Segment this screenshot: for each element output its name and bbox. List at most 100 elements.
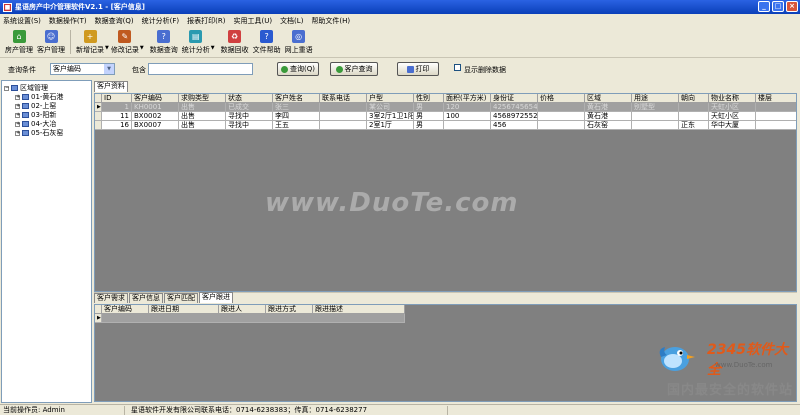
data-query-button[interactable]: ? 数据查询 — [148, 26, 180, 57]
col-header[interactable]: 面积(平方米) — [444, 94, 491, 103]
col-header[interactable]: 身份证 — [491, 94, 538, 103]
file-help-button[interactable]: ? 文件帮助 — [251, 26, 283, 57]
recycle-button[interactable]: ♻ 数据回收 — [219, 26, 251, 57]
col-header[interactable]: 性别 — [414, 94, 444, 103]
status-company: 星语软件开发有限公司联系电话：0714-6238383；传真：0714-6238… — [128, 406, 448, 415]
col-header[interactable]: 跟进方式 — [266, 305, 313, 314]
customer-manage-button[interactable]: ☺ 客户管理 — [35, 26, 67, 57]
edit-record-button[interactable]: ✎ 修改记录 — [109, 26, 141, 57]
chevron-down-icon[interactable]: ▼ — [104, 64, 114, 74]
menu-report[interactable]: 报表打印(R) — [187, 16, 225, 26]
col-header[interactable]: 跟进描述 — [313, 305, 405, 314]
menu-data-ops[interactable]: 数据操作(T) — [49, 16, 87, 26]
tab-customer-info[interactable]: 客户资料 — [94, 81, 128, 92]
customer-query-button[interactable]: 客户查询 — [330, 62, 378, 76]
show-deleted-label: 显示删除数据 — [464, 66, 506, 74]
print-icon — [406, 65, 414, 73]
stats-button[interactable]: ▤ 统计分析 — [180, 26, 212, 57]
col-header[interactable]: 价格 — [538, 94, 585, 103]
folder-icon — [22, 103, 29, 109]
menu-stats[interactable]: 统计分析(F) — [142, 16, 180, 26]
table-row[interactable]: ▶ 1 KH0001 出售 已成交 张三 某公司 男 120 425674565… — [95, 103, 796, 112]
col-header[interactable]: 跟进人 — [219, 305, 266, 314]
region-tree: − 区域管理 +01-黄石港 +02-上窑 +03-阳新 +04-大冶 +05-石… — [1, 80, 92, 403]
condition-select[interactable]: 客户编码 ▼ — [50, 63, 115, 75]
grid-header: 客户编码 跟进日期 跟进人 跟进方式 跟进描述 — [95, 305, 405, 314]
recycle-icon: ♻ — [228, 30, 242, 43]
col-header[interactable]: 户型 — [367, 94, 414, 103]
window-title: 星语房产中介管理软件V2.1 - [客户信息] — [15, 3, 145, 11]
menu-docs[interactable]: 文档(L) — [280, 16, 303, 26]
grid-header: ID 客户编码 求购类型 状态 客户姓名 联系电话 户型 性别 面积(平方米) … — [95, 94, 796, 103]
col-header[interactable]: 区域 — [585, 94, 632, 103]
query-button[interactable]: 查询(Q) — [277, 62, 319, 76]
col-header[interactable]: ID — [102, 94, 132, 103]
table-row[interactable]: 11 BX0002 出售 寻找中 李四 3室2厅1卫1阳台 男 100 4568… — [95, 112, 796, 121]
status-operator: 当前操作员: Admin — [0, 406, 125, 415]
status-bar: 当前操作员: Admin 星语软件开发有限公司联系电话：0714-6238383… — [0, 404, 800, 415]
stats-icon: ▤ — [189, 30, 203, 43]
row-indicator — [95, 121, 102, 130]
query-icon: ? — [157, 30, 171, 43]
col-header[interactable]: 跟进日期 — [149, 305, 219, 314]
web-icon: ◎ — [292, 30, 306, 43]
folder-icon — [22, 130, 29, 136]
menu-help[interactable]: 帮助文件(H) — [311, 16, 350, 26]
print-button[interactable]: 打印 — [397, 62, 439, 76]
contains-input[interactable] — [148, 63, 253, 75]
table-row[interactable]: ▶ — [95, 314, 405, 323]
duote-watermark: www.DuoTe.com — [265, 188, 519, 218]
folder-icon — [22, 94, 29, 100]
chevron-down-icon[interactable]: ▼ — [140, 45, 144, 51]
col-header[interactable]: 楼层 — [756, 94, 796, 103]
row-indicator-header — [95, 94, 102, 103]
query-icon — [281, 65, 288, 73]
col-header[interactable]: 状态 — [226, 94, 273, 103]
web-button[interactable]: ◎ 网上重语 — [283, 26, 315, 57]
condition-label: 查询条件 — [8, 66, 36, 74]
tab-customer-followup[interactable]: 客户跟进 — [199, 292, 233, 303]
users-icon: ☺ — [44, 30, 58, 43]
bird-logo-icon — [659, 347, 695, 371]
title-bar: ■ 星语房产中介管理软件V2.1 - [客户信息] _ □ × — [0, 0, 800, 14]
tab-customer-demand[interactable]: 客户需求 — [94, 293, 128, 303]
logo-2345: 2345软件大全 www.DuoTe.com 国内最安全的软件站 — [655, 337, 800, 404]
col-header[interactable]: 朝向 — [679, 94, 709, 103]
menu-system[interactable]: 系统设置(S) — [3, 16, 41, 26]
house-manage-button[interactable]: ⌂ 房产管理 — [3, 26, 35, 57]
logo-brand: 2345软件大全 — [707, 342, 788, 378]
col-header[interactable]: 求购类型 — [179, 94, 226, 103]
col-header[interactable]: 联系电话 — [320, 94, 367, 103]
row-indicator: ▶ — [95, 314, 102, 323]
table-row[interactable]: 16 BX0007 出售 寻找中 王五 2室1厅 男 456 石灰窑 正东 华中… — [95, 121, 796, 130]
row-indicator — [95, 112, 102, 121]
help-icon: ? — [260, 30, 274, 43]
contains-label: 包含 — [132, 66, 146, 74]
minimize-button[interactable]: _ — [758, 1, 770, 12]
col-header[interactable]: 客户编码 — [132, 94, 179, 103]
folder-icon — [11, 85, 18, 91]
tab-customer-detail[interactable]: 客户信息 — [129, 293, 163, 303]
tree-item[interactable]: +05-石灰窑 — [15, 128, 63, 138]
maximize-button[interactable]: □ — [772, 1, 784, 12]
col-header[interactable]: 客户编码 — [102, 305, 149, 314]
row-indicator-header — [95, 305, 102, 314]
edit-record-icon: ✎ — [118, 30, 132, 43]
folder-icon — [22, 121, 29, 127]
row-indicator: ▶ — [95, 103, 102, 112]
menu-tools[interactable]: 实用工具(U) — [233, 16, 272, 26]
close-button[interactable]: × — [786, 1, 798, 12]
col-header[interactable]: 物业名称 — [709, 94, 756, 103]
toolbar: ⌂ 房产管理 ☺ 客户管理 + 新增记录 ▼ ✎ 修改记录 ▼ ? 数据查询 ▤ 统计分析 … — [0, 27, 800, 58]
show-deleted-checkbox[interactable] — [454, 64, 461, 71]
add-record-icon: + — [83, 30, 97, 43]
col-header[interactable]: 客户姓名 — [273, 94, 320, 103]
menu-data-query[interactable]: 数据查询(Q) — [95, 16, 134, 26]
chevron-down-icon[interactable]: ▼ — [211, 45, 215, 51]
tab-customer-match[interactable]: 客户匹配 — [164, 293, 198, 303]
add-record-button[interactable]: + 新增记录 — [74, 26, 106, 57]
customer-icon — [335, 65, 343, 73]
app-icon: ■ — [3, 2, 12, 12]
toolbar-separator — [70, 30, 71, 54]
col-header[interactable]: 用途 — [632, 94, 679, 103]
